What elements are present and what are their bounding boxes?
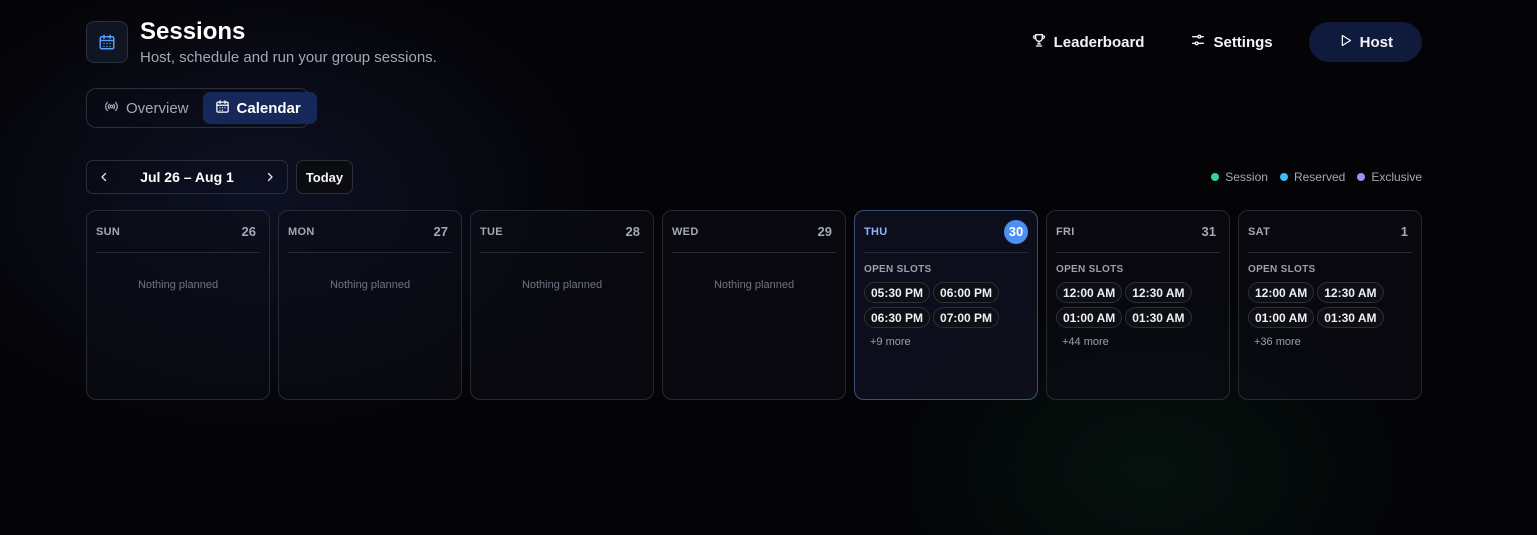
empty-day-text: Nothing planned <box>521 279 603 291</box>
time-slot[interactable]: 06:30 PM <box>864 307 931 328</box>
legend-label: Session <box>1225 170 1268 184</box>
day-card-mon[interactable]: MON 27 Nothing planned <box>278 210 462 400</box>
day-of-week: WED <box>672 225 699 238</box>
tab-overview[interactable]: Overview <box>90 92 201 124</box>
day-number: 26 <box>241 224 256 239</box>
tab-overview-label: Overview <box>126 99 189 117</box>
sliders-icon <box>1190 32 1206 52</box>
host-button[interactable]: Host <box>1308 22 1422 62</box>
trophy-icon <box>1031 32 1047 52</box>
legend-label: Exclusive <box>1371 170 1422 184</box>
day-card-wed[interactable]: WED 29 Nothing planned <box>662 210 846 400</box>
day-of-week: SAT <box>1248 225 1271 238</box>
legend-label: Reserved <box>1293 170 1346 184</box>
tab-calendar-label: Calendar <box>236 99 301 117</box>
time-slot[interactable]: 12:30 AM <box>1125 282 1192 303</box>
legend-dot <box>1211 173 1220 181</box>
empty-day-text: Nothing planned <box>713 279 795 291</box>
brand: Sessions Host, schedule and run your gro… <box>86 18 437 66</box>
day-number: 29 <box>817 224 832 239</box>
slot-list: 12:00 AM 12:30 AM 01:00 AM 01:30 AM <box>1056 282 1220 328</box>
calendar-icon <box>215 99 230 118</box>
time-slot[interactable]: 05:30 PM <box>864 282 931 303</box>
page-title: Sessions <box>140 18 246 45</box>
empty-day-text: Nothing planned <box>137 279 219 291</box>
legend-dot <box>1279 173 1288 181</box>
week-calendar: SUN 26 Nothing planned MON 27 Nothing pl… <box>86 210 1422 400</box>
today-button[interactable]: Today <box>296 160 353 194</box>
host-label: Host <box>1359 33 1393 51</box>
day-header: SUN 26 <box>96 211 260 253</box>
time-slot[interactable]: 06:00 PM <box>933 282 1000 303</box>
date-range-navigator: Jul 26 – Aug 1 <box>86 160 288 194</box>
day-number: 1 <box>1400 224 1408 239</box>
more-slots-link[interactable]: +9 more <box>870 336 1028 348</box>
day-header: MON 27 <box>288 211 452 253</box>
day-card-sun[interactable]: SUN 26 Nothing planned <box>86 210 270 400</box>
day-of-week: MON <box>288 225 315 238</box>
day-header: TUE 28 <box>480 211 644 253</box>
leaderboard-button[interactable]: Leaderboard <box>1013 22 1163 62</box>
time-slot[interactable]: 12:00 AM <box>1056 282 1123 303</box>
header-actions: Leaderboard Settings Host <box>1013 22 1422 62</box>
slot-list: 12:00 AM 12:30 AM 01:00 AM 01:30 AM <box>1248 282 1412 328</box>
legend: Session Reserved Exclusive <box>1211 170 1422 184</box>
title-block: Sessions Host, schedule and run your gro… <box>140 18 437 66</box>
slot-list: 05:30 PM 06:00 PM 06:30 PM 07:00 PM <box>864 282 1028 328</box>
calendar-icon <box>86 21 128 63</box>
day-of-week: TUE <box>480 225 503 238</box>
page-subtitle: Host, schedule and run your group sessio… <box>140 49 437 66</box>
empty-day-text: Nothing planned <box>329 279 411 291</box>
settings-label: Settings <box>1213 33 1273 51</box>
legend-item-session: Session <box>1211 170 1268 184</box>
date-range-label: Jul 26 – Aug 1 <box>140 169 234 185</box>
day-of-week: THU <box>864 225 888 238</box>
day-header: THU 30 <box>864 211 1028 253</box>
time-slot[interactable]: 01:00 AM <box>1056 307 1123 328</box>
open-slots-label: OPEN SLOTS <box>1248 264 1316 275</box>
day-number: 28 <box>625 224 640 239</box>
view-tabs: Overview Calendar <box>86 88 317 128</box>
sessions-page: Sessions Host, schedule and run your gro… <box>0 0 1537 535</box>
day-of-week: FRI <box>1056 225 1075 238</box>
today-day-number: 30 <box>1004 219 1028 244</box>
time-slot[interactable]: 07:00 PM <box>933 307 1000 328</box>
day-card-fri[interactable]: FRI 31 OPEN SLOTS 12:00 AM 12:30 AM 01:0… <box>1046 210 1230 400</box>
legend-item-exclusive: Exclusive <box>1357 170 1422 184</box>
time-slot[interactable]: 01:00 AM <box>1248 307 1315 328</box>
time-slot[interactable]: 12:00 AM <box>1248 282 1315 303</box>
day-number: 31 <box>1201 224 1216 239</box>
open-slots-label: OPEN SLOTS <box>1056 264 1124 275</box>
tab-calendar[interactable]: Calendar <box>202 92 317 124</box>
day-of-week: SUN <box>96 225 121 238</box>
open-slots-label: OPEN SLOTS <box>864 264 932 275</box>
chevron-right-icon[interactable] <box>261 168 279 186</box>
chevron-left-icon[interactable] <box>95 168 113 186</box>
day-card-sat[interactable]: SAT 1 OPEN SLOTS 12:00 AM 12:30 AM 01:00… <box>1238 210 1422 400</box>
time-slot[interactable]: 01:30 AM <box>1125 307 1192 328</box>
broadcast-icon <box>104 99 119 118</box>
day-card-tue[interactable]: TUE 28 Nothing planned <box>470 210 654 400</box>
legend-dot <box>1357 173 1366 181</box>
more-slots-link[interactable]: +36 more <box>1254 336 1412 348</box>
day-number: 27 <box>433 224 448 239</box>
day-header: SAT 1 <box>1248 211 1412 253</box>
settings-button[interactable]: Settings <box>1172 22 1290 62</box>
leaderboard-label: Leaderboard <box>1053 33 1145 51</box>
day-header: WED 29 <box>672 211 836 253</box>
more-slots-link[interactable]: +44 more <box>1062 336 1220 348</box>
play-icon <box>1338 33 1353 52</box>
time-slot[interactable]: 01:30 AM <box>1317 307 1384 328</box>
time-slot[interactable]: 12:30 AM <box>1317 282 1384 303</box>
day-card-thu[interactable]: THU 30 OPEN SLOTS 05:30 PM 06:00 PM 06:3… <box>854 210 1038 400</box>
day-header: FRI 31 <box>1056 211 1220 253</box>
page-header: Sessions Host, schedule and run your gro… <box>86 18 1422 68</box>
legend-item-reserved: Reserved <box>1279 170 1346 184</box>
